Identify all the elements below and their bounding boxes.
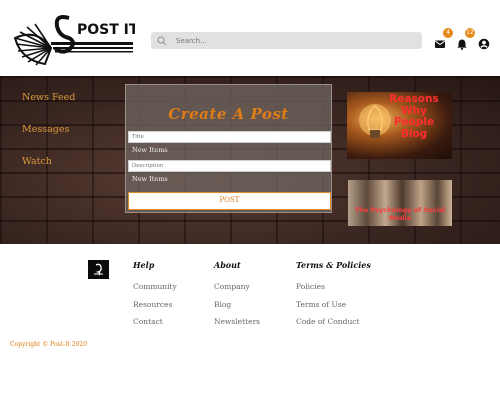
footer-heading-help: Help [133, 260, 155, 270]
side-nav: News Feed Messages Watch [22, 92, 75, 188]
footer-link-contact[interactable]: Contact [133, 317, 177, 326]
account-button[interactable] [478, 35, 490, 50]
post-description-input[interactable] [128, 160, 331, 172]
nav-messages[interactable]: Messages [22, 124, 75, 135]
footer-link-resources[interactable]: Resources [133, 300, 177, 309]
post-submit-button[interactable]: POST [128, 192, 331, 210]
post-it-logo[interactable]: POST IT. [11, 8, 135, 66]
footer-link-blog[interactable]: Blog [214, 300, 260, 309]
main-section: News Feed Messages Watch Create A Post N… [0, 76, 500, 244]
nav-news-feed[interactable]: News Feed [22, 92, 75, 103]
footer-link-company[interactable]: Company [214, 282, 260, 291]
ad-psychology-of-social-media[interactable]: The Psychology of Social Media [348, 180, 452, 226]
footer-logo[interactable] [88, 260, 109, 279]
footer-link-community[interactable]: Community [133, 282, 177, 291]
mail-badge: 4 [443, 28, 453, 38]
notifications-button[interactable]: 12 [456, 28, 475, 50]
account-icon [478, 38, 490, 50]
ad-reasons-why-people-blog[interactable]: Reasons Why People Blog [347, 92, 452, 159]
copyright-text: Copyright © Post-It 2020 [10, 341, 88, 348]
mail-icon [435, 40, 445, 48]
search-icon [157, 35, 167, 45]
nav-watch[interactable]: Watch [22, 156, 75, 167]
search-bar[interactable] [151, 32, 422, 49]
footer-link-newsletters[interactable]: Newsletters [214, 317, 260, 326]
mail-button[interactable]: 4 [434, 28, 453, 48]
ad2-text: The Psychology of Social Media [354, 206, 446, 222]
create-post-title: Create A Post [168, 105, 289, 123]
footer-link-policies[interactable]: Policies [296, 282, 371, 291]
header: POST IT. 4 12 [0, 0, 500, 76]
footer-column-terms: Terms & Policies Policies Terms of Use C… [296, 260, 371, 335]
post-title-input[interactable] [128, 131, 331, 143]
footer-column-about: About Company Blog Newsletters [214, 260, 260, 335]
footer-logo-icon [94, 263, 103, 276]
description-tagline: New Items [132, 175, 168, 183]
search-input[interactable] [176, 36, 406, 45]
footer-heading-terms: Terms & Policies [296, 260, 371, 270]
title-tagline: New Items [132, 146, 168, 154]
footer-link-terms-of-use[interactable]: Terms of Use [296, 300, 371, 309]
footer-heading-about: About [214, 260, 241, 270]
create-post-card: Create A Post New Items New Items POST [125, 84, 332, 213]
bell-icon [457, 39, 467, 50]
logo-text: POST IT. [77, 22, 135, 38]
footer-link-code-of-conduct[interactable]: Code of Conduct [296, 317, 371, 326]
notifications-badge: 12 [465, 28, 475, 38]
footer-column-help: Help Community Resources Contact [133, 260, 177, 335]
ad1-text: Reasons Why People Blog [389, 93, 439, 140]
